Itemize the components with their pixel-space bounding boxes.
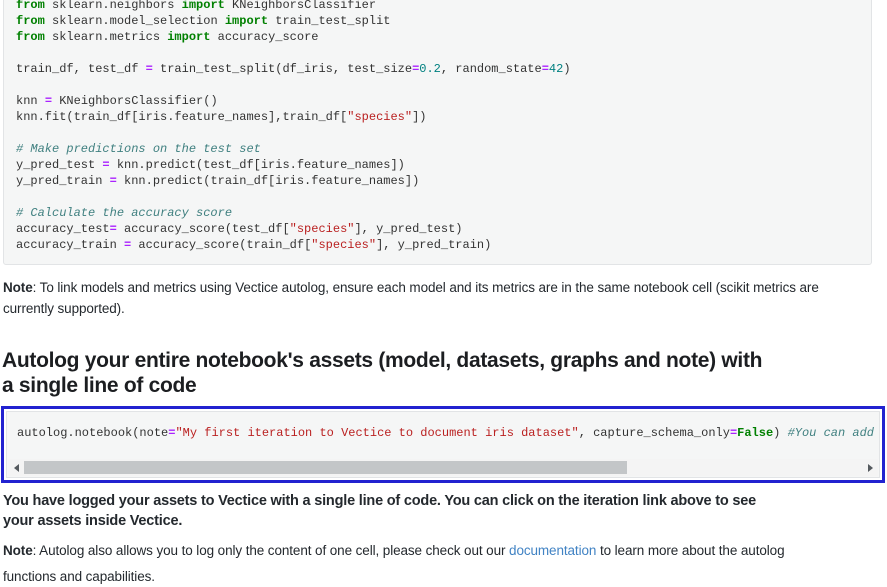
section-heading-autolog: Autolog your entire notebook's assets (m… (2, 348, 862, 398)
scrollbar-track[interactable] (24, 459, 862, 476)
autolog-code-block: autolog.notebook(note="My first iteratio… (6, 411, 880, 478)
scroll-right-arrow-icon[interactable] (862, 459, 878, 476)
note-autolog-documentation: Note: Autolog also allows you to log onl… (3, 538, 879, 587)
heading-line: Autolog your entire notebook's assets (m… (2, 348, 862, 373)
scroll-left-arrow-icon[interactable] (8, 459, 24, 476)
autolog-highlight-box: autolog.notebook(note="My first iteratio… (1, 406, 885, 483)
paragraph-line: You have logged your assets to Vectice w… (3, 491, 871, 511)
heading-line: a single line of code (2, 373, 862, 398)
note-prefix: Note (3, 543, 33, 558)
horizontal-scrollbar[interactable] (8, 459, 878, 476)
code-block-model-training: from sklearn.neighbors import KNeighbors… (3, 0, 872, 265)
note-line: Note: Autolog also allows you to log onl… (3, 538, 879, 564)
logged-assets-paragraph: You have logged your assets to Vectice w… (3, 491, 871, 531)
documentation-link[interactable]: documentation (509, 543, 596, 558)
note-line: currently supported). (3, 298, 879, 319)
note-prefix: Note (3, 280, 33, 295)
note-line: functions and capabilities. (3, 564, 879, 587)
paragraph-line: your assets inside Vectice. (3, 511, 871, 531)
note-model-metrics: Note: To link models and metrics using V… (3, 277, 879, 319)
scrollbar-thumb[interactable] (24, 461, 627, 474)
note-line: Note: To link models and metrics using V… (3, 277, 879, 298)
documentation-page: from sklearn.neighbors import KNeighbors… (0, 0, 887, 587)
autolog-code-line: autolog.notebook(note="My first iteratio… (7, 412, 879, 441)
